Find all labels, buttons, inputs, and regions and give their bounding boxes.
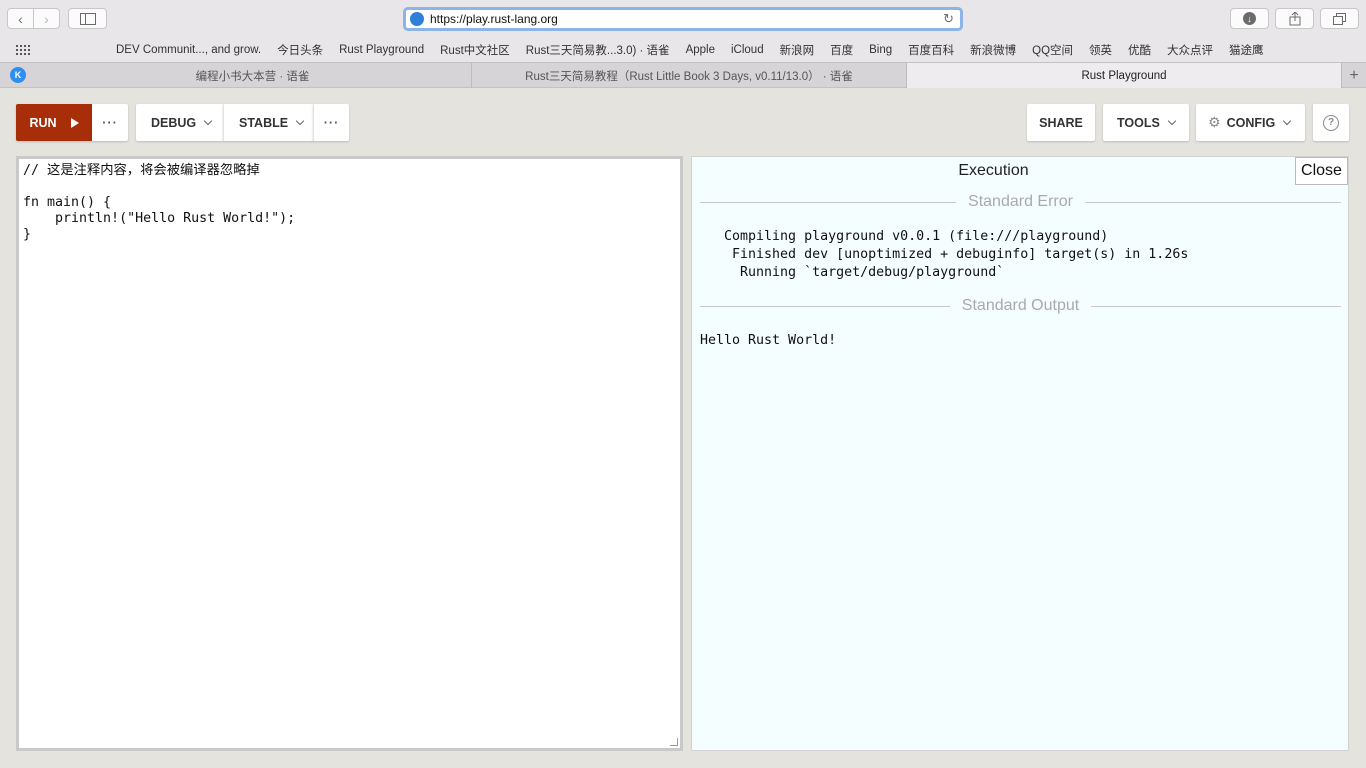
sidebar-icon [79, 12, 96, 25]
apps-grid-icon[interactable] [16, 45, 30, 56]
bookmark-item[interactable]: 大众点评 [1167, 42, 1213, 58]
code-lines: // 这是注释内容，将会被编译器忽略掉 fn main() { println!(… [23, 163, 676, 243]
output-title: Execution [958, 162, 1029, 179]
share-button[interactable]: SHARE [1027, 104, 1095, 141]
bookmark-item[interactable]: iCloud [731, 44, 764, 56]
share-icon [1289, 11, 1300, 25]
play-icon [70, 117, 79, 128]
tools-dropdown[interactable]: TOOLS [1103, 104, 1189, 141]
tab-rust-playground[interactable]: Rust Playground [907, 63, 1342, 88]
stdout-header-label: Standard Output [961, 297, 1080, 314]
tab-label: Rust Playground [1081, 69, 1167, 82]
bookmark-item[interactable]: 百度百科 [908, 42, 954, 58]
bookmark-item[interactable]: Rust Playground [339, 44, 424, 56]
output-line: Running `target/debug/playground` [700, 265, 1005, 280]
bookmark-item[interactable]: 优酷 [1128, 42, 1151, 58]
config-dropdown[interactable]: ⚙ CONFIG [1196, 104, 1305, 141]
tab-rust-book[interactable]: Rust三天简易教程（Rust Little Book 3 Days, v0.1… [472, 63, 907, 88]
more-label: ··· [102, 115, 118, 130]
tab-label: Rust三天简易教程（Rust Little Book 3 Days, v0.1… [525, 70, 853, 83]
plus-icon: + [1349, 66, 1359, 84]
downloads-button[interactable]: ↓ [1230, 8, 1269, 29]
chevron-down-icon [1282, 116, 1292, 125]
back-button[interactable]: ‹ [7, 8, 34, 29]
share-label: SHARE [1039, 115, 1083, 130]
tab-label: 编程小书大本营 · 语雀 [195, 70, 310, 83]
stderr-text: Compiling playground v0.0.1 (file:///pla… [700, 228, 1188, 282]
stdout-text: Hello Rust World! [700, 332, 836, 350]
bookmark-item[interactable]: 猫途鹰 [1229, 42, 1264, 58]
globe-icon [410, 12, 424, 26]
forward-button[interactable]: › [33, 8, 60, 29]
run-button[interactable]: RUN [16, 104, 92, 141]
bookmark-item[interactable]: 新浪网 [780, 42, 815, 58]
help-button[interactable]: ? [1313, 104, 1349, 141]
share-page-button[interactable] [1275, 8, 1314, 29]
tab-bar: K 编程小书大本营 · 语雀 Rust三天简易教程（Rust Little Bo… [0, 62, 1366, 88]
code-line: // 这是注释内容，将会被编译器忽略掉 [23, 163, 260, 178]
tab-favicon-icon[interactable]: K [10, 67, 26, 83]
chevron-down-icon [203, 116, 213, 125]
help-icon: ? [1323, 114, 1339, 131]
debug-label: DEBUG [151, 115, 197, 130]
chevron-right-icon: › [44, 10, 49, 27]
code-line: println!("Hello Rust World!"); [23, 211, 296, 226]
run-label: RUN [29, 115, 57, 130]
url-text: https://play.rust-lang.org [430, 12, 558, 26]
tabs-overview-button[interactable] [1320, 8, 1359, 29]
stderr-header-label: Standard Error [968, 193, 1073, 210]
stdout-header: Standard Output [700, 296, 1342, 316]
stable-label: STABLE [239, 115, 289, 130]
bookmark-item[interactable]: Apple [686, 44, 715, 56]
bookmark-item[interactable]: DEV Communit..., and grow. [116, 44, 261, 56]
output-line: Finished dev [unoptimized + debuginfo] t… [700, 247, 1189, 262]
chevron-left-icon: ‹ [18, 10, 23, 27]
run-more-button[interactable]: ··· [92, 104, 128, 141]
sidebar-toggle-button[interactable] [68, 8, 107, 29]
bookmark-item[interactable]: Bing [869, 44, 892, 56]
bookmark-list: DEV Communit..., and grow. 今日头条 Rust Playg… [108, 38, 1272, 62]
code-editor[interactable]: // 这是注释内容，将会被编译器忽略掉 fn main() { println!(… [16, 156, 683, 751]
close-button[interactable]: Close [1295, 157, 1348, 185]
bookmark-item[interactable]: Rust三天简易教...3.0) · 语雀 [526, 42, 670, 58]
output-panel: Execution Close Standard Error Compiling… [691, 156, 1349, 751]
bookmark-item[interactable]: 新浪微博 [970, 42, 1016, 58]
gear-icon: ⚙ [1208, 114, 1221, 130]
code-line: } [23, 227, 32, 242]
channel-more-button[interactable]: ··· [313, 104, 349, 141]
bookmark-item[interactable]: 领英 [1089, 42, 1112, 58]
download-icon: ↓ [1243, 12, 1256, 25]
resize-handle-icon[interactable] [670, 738, 678, 746]
more-label: ··· [323, 115, 340, 130]
bookmark-item[interactable]: QQ空间 [1032, 42, 1073, 58]
stable-dropdown[interactable]: STABLE [223, 104, 313, 141]
chevron-down-icon [295, 116, 305, 125]
stderr-header: Standard Error [700, 192, 1341, 212]
new-tab-button[interactable]: + [1342, 63, 1366, 88]
bookmark-item[interactable]: 百度 [830, 42, 853, 58]
reload-icon[interactable]: ↻ [943, 11, 954, 27]
url-bar[interactable]: https://play.rust-lang.org ↻ [403, 7, 963, 31]
code-line: fn main() { [23, 195, 112, 210]
tabs-icon [1333, 12, 1346, 25]
config-label: CONFIG [1226, 115, 1276, 130]
bookmarks-bar: DEV Communit..., and grow. 今日头条 Rust Playg… [0, 38, 1366, 62]
bookmark-item[interactable]: 今日头条 [277, 42, 323, 58]
browser-toolbar: ‹ › https://play.rust-lang.org ↻ ↓ [0, 0, 1366, 38]
debug-dropdown[interactable]: DEBUG [136, 104, 223, 141]
chevron-down-icon [1167, 116, 1177, 125]
output-line: Compiling playground v0.0.1 (file:///pla… [700, 229, 1109, 244]
tab-yuque-home[interactable]: 编程小书大本营 · 语雀 [34, 63, 472, 88]
output-line: Hello Rust World! [700, 333, 837, 348]
tools-label: TOOLS [1117, 115, 1160, 130]
bookmark-item[interactable]: Rust中文社区 [440, 42, 510, 58]
